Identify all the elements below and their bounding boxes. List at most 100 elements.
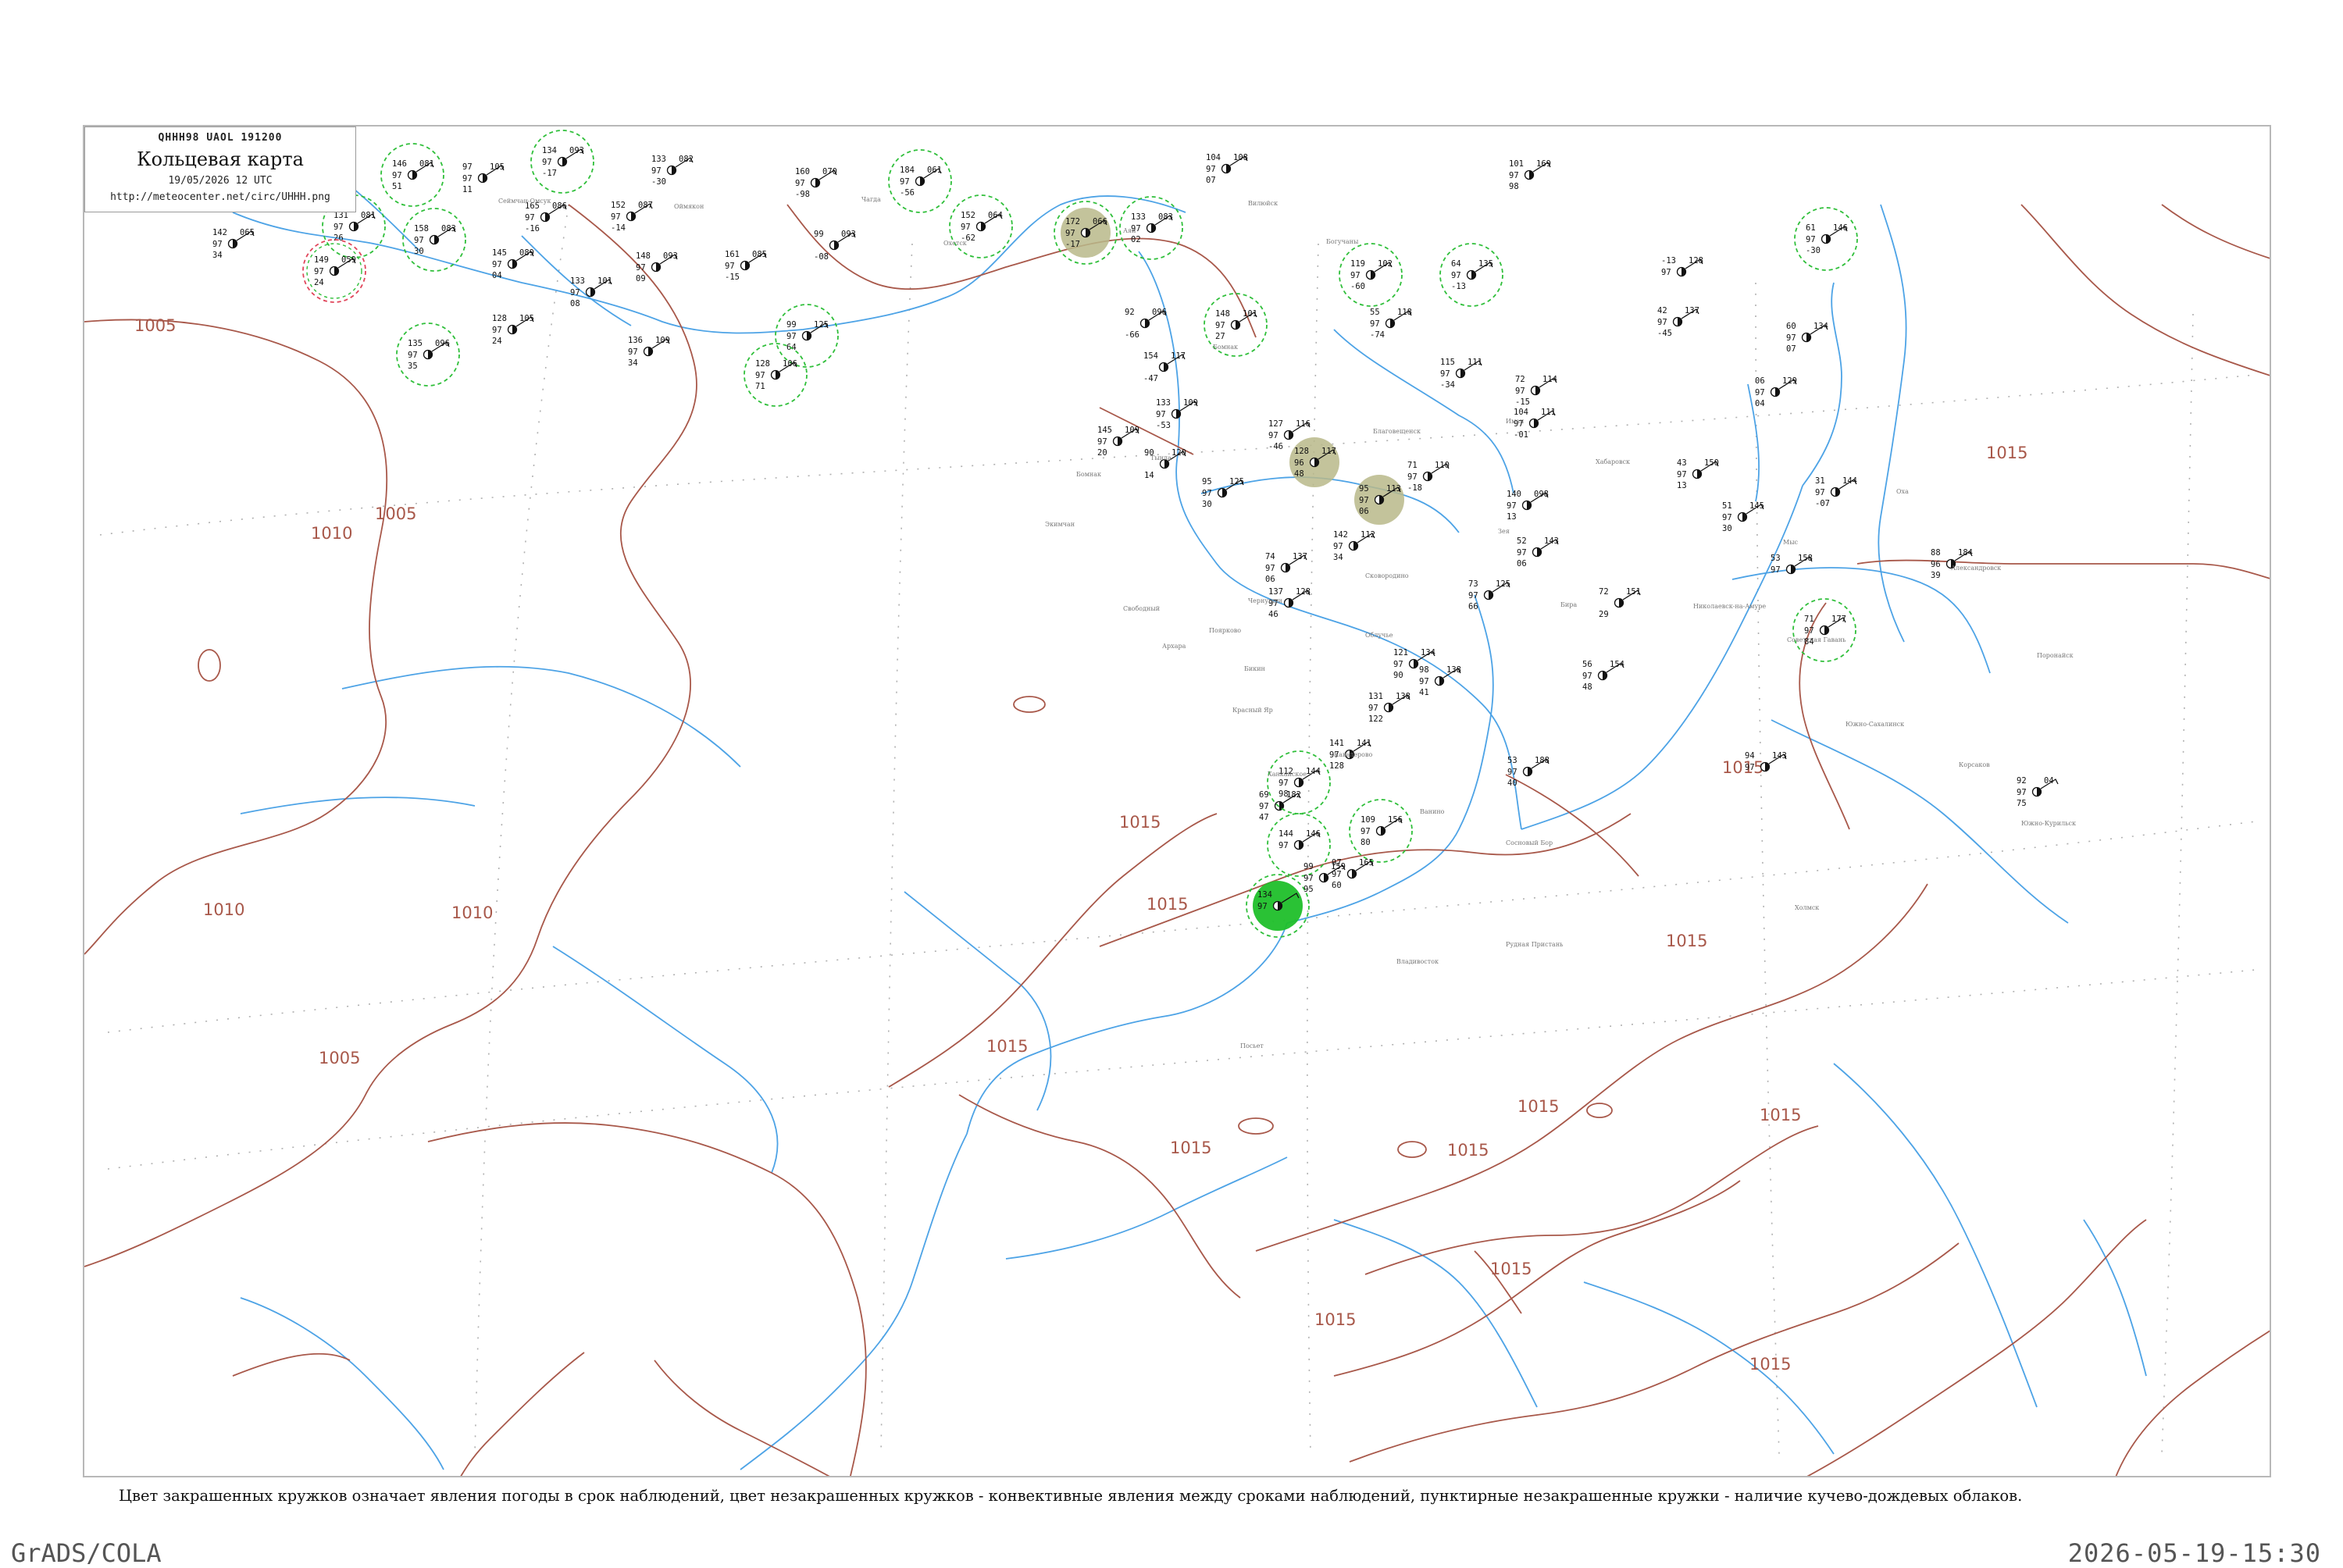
station-value-d: -16 bbox=[525, 224, 540, 233]
station-plot[interactable]: 134 97 -17 093 bbox=[530, 130, 594, 194]
station-plot[interactable]: 9014120 bbox=[1144, 448, 1186, 480]
station-value-p: 55 bbox=[1370, 308, 1380, 317]
svg-text:Благовещенск: Благовещенск bbox=[1373, 428, 1421, 435]
map-source-url[interactable]: http://meteocenter.net/circ/UHHH.png bbox=[85, 191, 355, 203]
station-value-p: 06 bbox=[1755, 376, 1765, 386]
station-value-t: 97 bbox=[462, 174, 473, 184]
station-value-t: 97 bbox=[1259, 802, 1269, 811]
station-plot[interactable]: 1129798144 bbox=[1267, 750, 1331, 814]
station-plot[interactable]: 92 97 75 04 bbox=[2017, 776, 2059, 808]
station-value-m: 113 bbox=[1386, 484, 1401, 494]
station-value-t: 97 bbox=[414, 236, 424, 245]
station-plot[interactable]: 172 97 -17 066 bbox=[1054, 201, 1118, 265]
station-value-m: 066 bbox=[1093, 217, 1107, 226]
station-value-p: 152 bbox=[611, 201, 626, 210]
station-plot[interactable]: 16597-16086 bbox=[525, 201, 567, 233]
station-plot[interactable]: 146 97 51 081 bbox=[380, 143, 444, 207]
station-plot[interactable]: 133 97-30 082 bbox=[651, 155, 694, 187]
station-value-p: 72 bbox=[1599, 587, 1609, 597]
station-plot[interactable]: 61 97 -30 146 bbox=[1794, 207, 1858, 271]
station-value-p: 51 bbox=[1722, 501, 1732, 511]
station-value-p: 140 bbox=[1507, 490, 1521, 499]
station-plot[interactable]: 142 97 34 065 bbox=[212, 228, 255, 260]
station-plot[interactable]: 53 97 158 bbox=[1771, 554, 1813, 575]
station-plot[interactable]: 51 97 30 145 bbox=[1722, 501, 1764, 533]
station-value-d: -74 bbox=[1370, 330, 1385, 340]
station-value-m: 110 bbox=[1435, 461, 1450, 470]
station-plot[interactable]: 152 97-14 087 bbox=[611, 201, 653, 233]
station-value-m: 109 bbox=[655, 336, 670, 345]
station-plot[interactable]: 128 97 71 106 bbox=[744, 343, 808, 407]
station-value-t: 97 bbox=[1370, 319, 1380, 329]
station-plot[interactable]: 64 97 -13 135 bbox=[1439, 243, 1503, 307]
station-plot[interactable]: 719784177 bbox=[1792, 598, 1856, 662]
station-plot[interactable]: 999764125 bbox=[775, 304, 839, 368]
station-plot[interactable]: 131 97 122 138 bbox=[1368, 692, 1410, 724]
legend-caption: Цвет закрашенных кружков означает явлени… bbox=[119, 1487, 2023, 1505]
station-plot[interactable]: 136 9734 109 bbox=[628, 336, 670, 368]
station-plot[interactable]: 97 97 60 165 bbox=[1332, 858, 1374, 890]
station-value-p: 104 bbox=[1206, 153, 1221, 162]
station-plot[interactable]: 142 97 34 112 bbox=[1333, 530, 1375, 562]
station-plot[interactable]: 154 -47 117 bbox=[1143, 351, 1186, 383]
station-plot[interactable]: 72 97-15 114 bbox=[1515, 375, 1557, 407]
station-plot[interactable]: 95 97 30 125 bbox=[1202, 477, 1244, 509]
isobar-label: 1005 bbox=[319, 1049, 360, 1067]
station-plot[interactable]: 144 97 146 bbox=[1267, 813, 1331, 877]
station-value-p: 142 bbox=[212, 228, 227, 237]
station-value-p: 146 bbox=[392, 159, 407, 169]
station-plot[interactable]: 145 9720 109 bbox=[1097, 426, 1139, 458]
station-plot[interactable]: 06 97 04 129 bbox=[1755, 376, 1797, 408]
station-plot[interactable]: 145 97 04 089 bbox=[492, 248, 534, 280]
station-plot[interactable]: 128 97 24 105 bbox=[492, 314, 534, 346]
svg-text:Свободный: Свободный bbox=[1123, 605, 1160, 612]
station-plot[interactable]: 184 97-56 061 bbox=[888, 149, 952, 213]
station-plot[interactable]: 979711105 bbox=[462, 162, 505, 194]
isobar-label: 1010 bbox=[203, 900, 244, 919]
station-plot[interactable]: 101 97 98 169 bbox=[1509, 159, 1551, 191]
station-plot[interactable]: 161 97 -15 085 bbox=[725, 250, 767, 282]
station-plot[interactable]: 148 9709 093 bbox=[636, 251, 678, 283]
station-plot[interactable]: 42 97 -45 137 bbox=[1657, 306, 1699, 338]
station-plot[interactable]: 149 97 24 059 bbox=[302, 239, 366, 303]
station-plot[interactable]: 158 97 30 083 bbox=[402, 208, 466, 272]
station-plot[interactable]: 73 97 66 125 bbox=[1468, 579, 1510, 611]
station-value-d: 51 bbox=[392, 182, 402, 191]
station-plot[interactable]: 115 97-34 111 bbox=[1440, 358, 1482, 390]
station-plot[interactable]: 104 97 07 108 bbox=[1206, 153, 1248, 185]
station-plot[interactable]: 13497 bbox=[1246, 874, 1310, 938]
station-plot[interactable]: 15297-62064 bbox=[949, 194, 1013, 258]
station-plot[interactable]: 92 -66 096 bbox=[1125, 308, 1167, 340]
station-value-d: -13 bbox=[1451, 282, 1466, 291]
station-value-t: 97 bbox=[611, 212, 621, 222]
station-plot[interactable]: 121 97 90 134 bbox=[1393, 648, 1435, 680]
station-plot[interactable]: 60 9707 134 bbox=[1786, 322, 1828, 354]
station-value-p: 98 bbox=[1419, 665, 1429, 675]
isobar-label: 1015 bbox=[1147, 895, 1188, 914]
station-value-t: 97 bbox=[1815, 488, 1825, 497]
station-plot[interactable]: 74 97 06 137 bbox=[1265, 552, 1307, 584]
station-plot[interactable]: 95 97 06 113 bbox=[1354, 475, 1404, 525]
station-plot[interactable]: 119 97 -60 102 bbox=[1339, 243, 1403, 307]
station-plot[interactable]: -13 97 128 bbox=[1661, 256, 1703, 277]
station-plot[interactable]: 55 97-74 118 bbox=[1370, 308, 1412, 340]
station-value-m: 143 bbox=[1544, 536, 1559, 546]
station-plot[interactable]: 72 29 151 bbox=[1599, 587, 1641, 619]
station-plot[interactable]: 128 9648 117 bbox=[1289, 437, 1339, 487]
station-plot[interactable]: 56 9748 154 bbox=[1582, 660, 1624, 692]
station-plot[interactable]: 135 97 35 096 bbox=[396, 323, 460, 387]
station-value-m: 101 bbox=[1243, 309, 1257, 319]
station-plot[interactable]: 71 97-18 110 bbox=[1407, 461, 1450, 493]
station-value-t: 97 bbox=[1407, 472, 1418, 482]
station-plot[interactable]: 160 97 -98 070 bbox=[795, 167, 837, 199]
station-plot[interactable]: 52 9706 143 bbox=[1517, 536, 1559, 568]
station-value-t: 97 bbox=[1303, 874, 1314, 883]
station-value-p: 97 bbox=[1332, 858, 1342, 868]
station-plot[interactable]: 53 97 40 188 bbox=[1507, 756, 1550, 788]
station-plot[interactable]: 140 9713 098 bbox=[1507, 490, 1549, 522]
station-value-d: -18 bbox=[1407, 483, 1422, 493]
station-plot[interactable]: 31 97 -07 144 bbox=[1815, 476, 1857, 508]
station-plot[interactable]: 43 97 13 150 bbox=[1677, 458, 1719, 490]
station-plot[interactable]: 133 97 -53 109 bbox=[1156, 398, 1198, 430]
station-value-p: 134 bbox=[542, 146, 557, 155]
